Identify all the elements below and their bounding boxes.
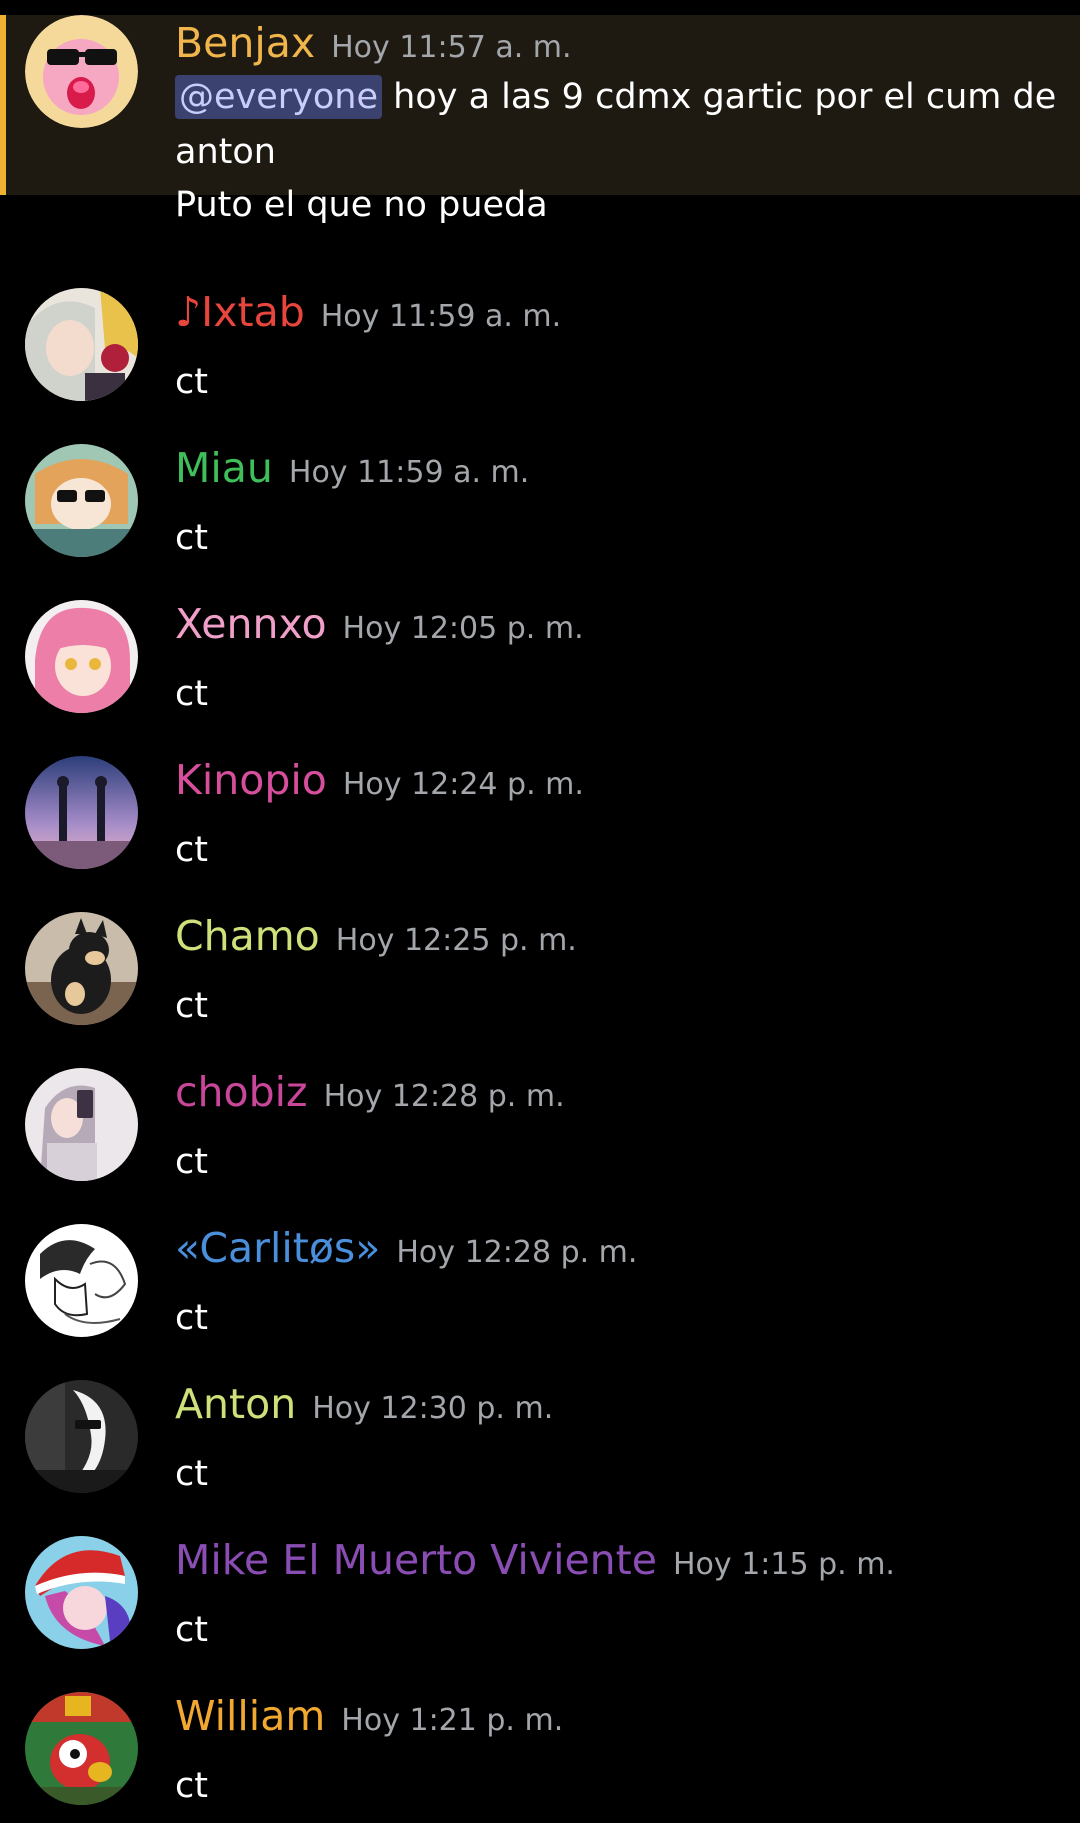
timestamp: Hoy 1:21 p. m. xyxy=(341,1703,564,1738)
timestamp: Hoy 11:59 a. m. xyxy=(288,455,530,490)
shiba-dog-avatar[interactable] xyxy=(25,912,138,1025)
message-text: ct xyxy=(175,830,208,870)
timestamp: Hoy 1:15 p. m. xyxy=(672,1547,895,1582)
author-name[interactable]: Kinopio xyxy=(175,756,327,804)
message-text: ct xyxy=(175,1610,208,1650)
author-name[interactable]: Benjax xyxy=(175,19,315,67)
moon-man-avatar[interactable] xyxy=(25,1380,138,1493)
anime-girl-avatar[interactable] xyxy=(25,288,138,401)
santa-hat-anime-avatar[interactable] xyxy=(25,1536,138,1649)
author-name[interactable]: chobiz xyxy=(175,1068,308,1116)
author-name[interactable]: William xyxy=(175,1692,325,1740)
timestamp: Hoy 11:57 a. m. xyxy=(331,30,572,65)
timestamp: Hoy 11:59 a. m. xyxy=(320,299,562,334)
yoshi-avatar[interactable] xyxy=(25,1692,138,1805)
umaru-sunglasses-avatar[interactable] xyxy=(25,444,138,557)
author-name[interactable]: Mike El Muerto Viviente xyxy=(175,1536,657,1584)
pink-hair-girl-avatar[interactable] xyxy=(25,600,138,713)
author-name[interactable]: Miau xyxy=(175,444,273,492)
message-text-line: Puto el que no pueda xyxy=(175,185,548,225)
author-name[interactable]: ♪Ixtab xyxy=(175,288,305,336)
timestamp: Hoy 12:28 p. m. xyxy=(396,1235,638,1270)
author-name[interactable]: Anton xyxy=(175,1380,296,1428)
message-text-line: @everyone hoy a las 9 cdmx gartic por el… xyxy=(175,75,1057,119)
message-text: hoy a las 9 cdmx gartic por el cum de xyxy=(382,77,1057,117)
timestamp: Hoy 12:05 p. m. xyxy=(342,611,584,646)
message-text: ct xyxy=(175,1298,208,1338)
timestamp: Hoy 12:25 p. m. xyxy=(335,923,577,958)
selfie-girl-avatar[interactable] xyxy=(25,1068,138,1181)
message-text: ct xyxy=(175,1142,208,1182)
message-text: ct xyxy=(175,986,208,1026)
timestamp: Hoy 12:24 p. m. xyxy=(342,767,584,802)
mention-highlight-bar xyxy=(0,15,6,195)
message-text: ct xyxy=(175,518,208,558)
chat-message-list[interactable]: Benjax Hoy 11:57 a. m. @everyone hoy a la… xyxy=(0,0,1080,1823)
sunset-scene-avatar[interactable] xyxy=(25,756,138,869)
message-text: ct xyxy=(175,1454,208,1494)
timestamp: Hoy 12:28 p. m. xyxy=(323,1079,565,1114)
message-text: ct xyxy=(175,674,208,714)
message-text: ct xyxy=(175,362,208,402)
message-text: ct xyxy=(175,1766,208,1806)
author-name[interactable]: Xennxo xyxy=(175,600,327,648)
manga-sketch-avatar[interactable] xyxy=(25,1224,138,1337)
author-name[interactable]: Chamo xyxy=(175,912,320,960)
message-text-line: anton xyxy=(175,132,276,172)
kirby-sunglasses-avatar[interactable] xyxy=(25,15,138,128)
timestamp: Hoy 12:30 p. m. xyxy=(312,1391,554,1426)
everyone-mention[interactable]: @everyone xyxy=(175,75,383,119)
author-name[interactable]: «Carlitøs» xyxy=(175,1224,380,1272)
